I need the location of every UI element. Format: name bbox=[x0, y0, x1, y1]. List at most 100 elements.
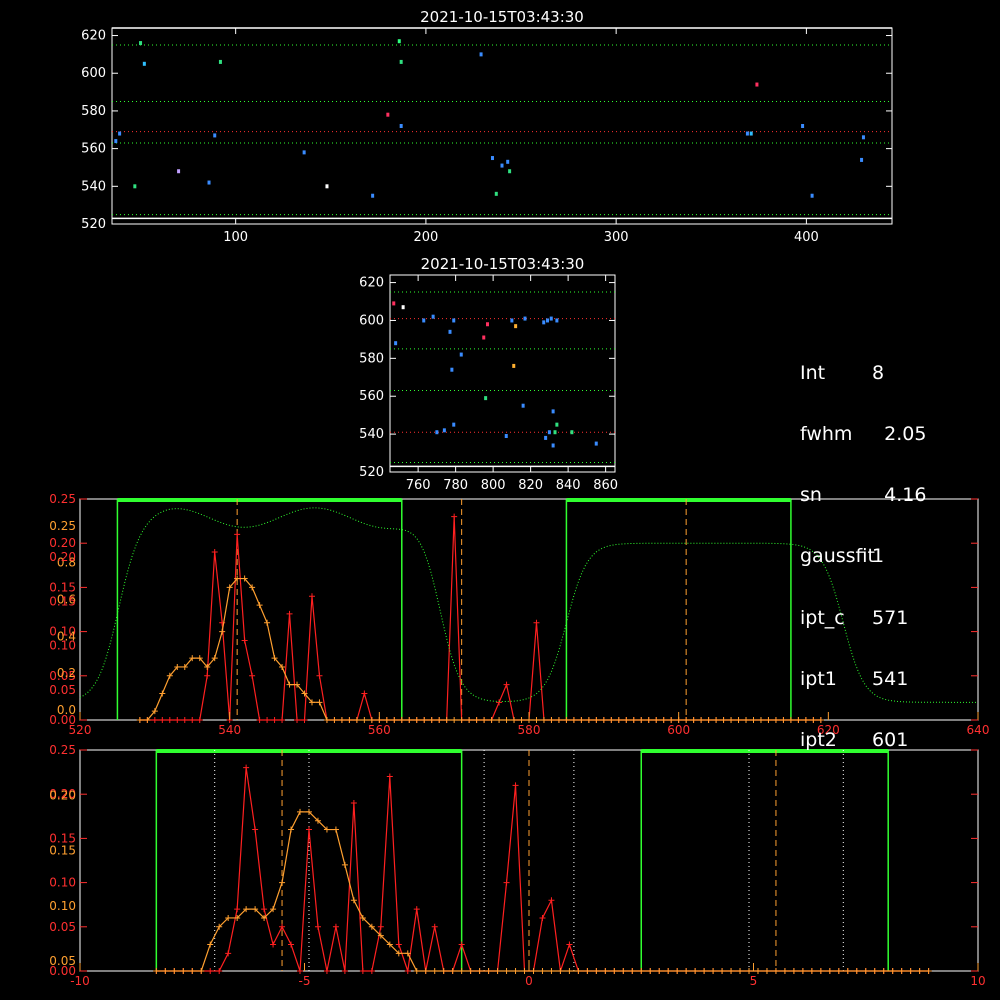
profile-pixel-series-point bbox=[623, 717, 630, 723]
profile-pixel-series-point bbox=[578, 717, 585, 723]
mid-image-xtick-label: 840 bbox=[556, 478, 581, 493]
profile-pixel-series-point bbox=[256, 602, 263, 609]
profile-pixel-series-point bbox=[503, 717, 510, 723]
profile-pixel-ytick3-label: 0.10 bbox=[49, 639, 76, 653]
profile-offset-series-point bbox=[584, 968, 591, 974]
profile-offset-series-point bbox=[216, 968, 223, 974]
profile-pixel-series-point bbox=[787, 717, 794, 723]
profile-pixel-series-point bbox=[136, 717, 143, 723]
profile-pixel-series-point bbox=[780, 717, 787, 723]
profile-pixel-window bbox=[565, 499, 792, 720]
mid-image-point bbox=[504, 434, 508, 439]
mid-image-point bbox=[448, 329, 452, 334]
profile-offset-series-point bbox=[422, 968, 429, 974]
top-image-ytick-label: 600 bbox=[81, 66, 106, 81]
mid-image-point bbox=[450, 367, 454, 372]
mid-image-ytick-label: 620 bbox=[359, 276, 384, 291]
profile-pixel-series-point bbox=[540, 717, 547, 723]
profile-pixel-series-point bbox=[600, 717, 607, 723]
profile-offset-series-point bbox=[656, 968, 663, 974]
profile-pixel-series-point bbox=[660, 717, 667, 723]
profile-offset-ytick-label: 0.10 bbox=[49, 876, 76, 890]
info-int-label: Int bbox=[800, 361, 826, 384]
top-image-point bbox=[508, 169, 512, 174]
mid-image-point bbox=[394, 341, 398, 346]
top-image-xtick-label: 200 bbox=[413, 230, 438, 245]
top-image-ytick-label: 540 bbox=[81, 179, 106, 194]
profile-offset-series-point bbox=[503, 968, 510, 974]
profile-offset-ytick2-label: 0.20 bbox=[49, 788, 76, 802]
profile-pixel-series-point bbox=[286, 610, 293, 617]
info-row-sn: sn 4.16 bbox=[800, 485, 926, 506]
mid-image-point bbox=[514, 324, 518, 329]
profile-pixel-series-point bbox=[638, 717, 645, 723]
mid-image-xtick-label: 860 bbox=[593, 478, 618, 493]
profile-pixel-series-point bbox=[466, 717, 473, 723]
profile-pixel-series-point bbox=[630, 717, 637, 723]
profile-pixel-series-point bbox=[406, 717, 413, 723]
info-panel: Int 8 fwhm 2.05 sn 4.16 gaussfit 1 ipt_c… bbox=[800, 322, 926, 771]
profile-offset-series-line bbox=[156, 767, 929, 972]
profile-offset-series-point bbox=[305, 826, 312, 833]
profile-pixel-series-point bbox=[481, 717, 488, 723]
profile-pixel-series-point bbox=[346, 717, 353, 723]
profile-pixel-series-point bbox=[189, 717, 196, 723]
profile-offset-series-point bbox=[557, 968, 564, 974]
profile-pixel-series-point bbox=[458, 717, 465, 723]
profile-offset-ytick2-label: 0.05 bbox=[49, 954, 76, 968]
profile-pixel-series-point bbox=[585, 717, 592, 723]
profile-offset-series-point bbox=[602, 968, 609, 974]
profile-pixel-series-point bbox=[181, 717, 188, 723]
profile-offset-series-point bbox=[359, 968, 366, 974]
profile-pixel-series-point bbox=[496, 699, 503, 706]
profile-offset-series-point bbox=[629, 968, 636, 974]
profile-pixel-series-point bbox=[301, 717, 308, 723]
profile-offset-series-point bbox=[413, 968, 420, 974]
profile-pixel-series-point bbox=[555, 717, 562, 723]
profile-offset-series-point bbox=[593, 968, 600, 974]
top-image-ytick-label: 620 bbox=[81, 29, 106, 44]
profile-offset-series-point bbox=[386, 773, 393, 780]
info-ipt1-label: ipt1 bbox=[800, 667, 837, 690]
top-image-ytick-label: 580 bbox=[81, 104, 106, 119]
top-image-point bbox=[139, 41, 143, 46]
profile-pixel-series-point bbox=[308, 593, 315, 600]
top-image-point bbox=[302, 150, 306, 155]
profile-pixel-series-point bbox=[204, 672, 211, 679]
top-image-xtick-label: 400 bbox=[794, 230, 819, 245]
profile-pixel-series-point bbox=[757, 717, 764, 723]
mid-image-point bbox=[482, 335, 486, 340]
profile-offset-series-point bbox=[916, 968, 923, 974]
profile-offset-series-point bbox=[368, 968, 375, 974]
profile-pixel-window bbox=[116, 499, 403, 720]
profile-pixel-series-point bbox=[563, 717, 570, 723]
profile-pixel-series-point bbox=[615, 717, 622, 723]
mid-image-point bbox=[442, 428, 446, 433]
profile-offset-series-point bbox=[539, 914, 546, 921]
profile-offset-series-point bbox=[503, 879, 510, 886]
mid-image-point bbox=[452, 318, 456, 323]
profile-pixel-series-point bbox=[361, 690, 368, 697]
profile-pixel-series-point bbox=[294, 717, 301, 723]
profile-offset-ytick2-label: 0.15 bbox=[49, 844, 76, 858]
profile-pixel-series-point bbox=[264, 717, 271, 723]
profile-offset-series-point bbox=[350, 897, 357, 904]
profile-pixel-series-point bbox=[338, 717, 345, 723]
profile-pixel-series-point bbox=[316, 672, 323, 679]
profile-offset-series-point bbox=[611, 968, 618, 974]
profile-pixel-series-point bbox=[241, 637, 248, 644]
info-ipt2-label: ipt2 bbox=[800, 729, 837, 752]
profile-pixel-series-point bbox=[570, 717, 577, 723]
mid-image-point bbox=[542, 320, 546, 325]
profile-pixel-series-point bbox=[608, 717, 615, 723]
info-iptc-label: ipt_c bbox=[800, 606, 845, 629]
mid-image-title: 2021-10-15T03:43:30 bbox=[421, 255, 585, 273]
top-image-point bbox=[371, 193, 375, 198]
profile-pixel-series-point bbox=[331, 717, 338, 723]
info-fwhm-label: fwhm bbox=[800, 423, 853, 446]
top-image-xtick-label: 300 bbox=[604, 230, 629, 245]
profile-pixel-series-point bbox=[234, 531, 241, 538]
profile-pixel-series-point bbox=[705, 717, 712, 723]
profile-offset-series-point bbox=[799, 968, 806, 974]
top-image-point bbox=[399, 124, 403, 128]
